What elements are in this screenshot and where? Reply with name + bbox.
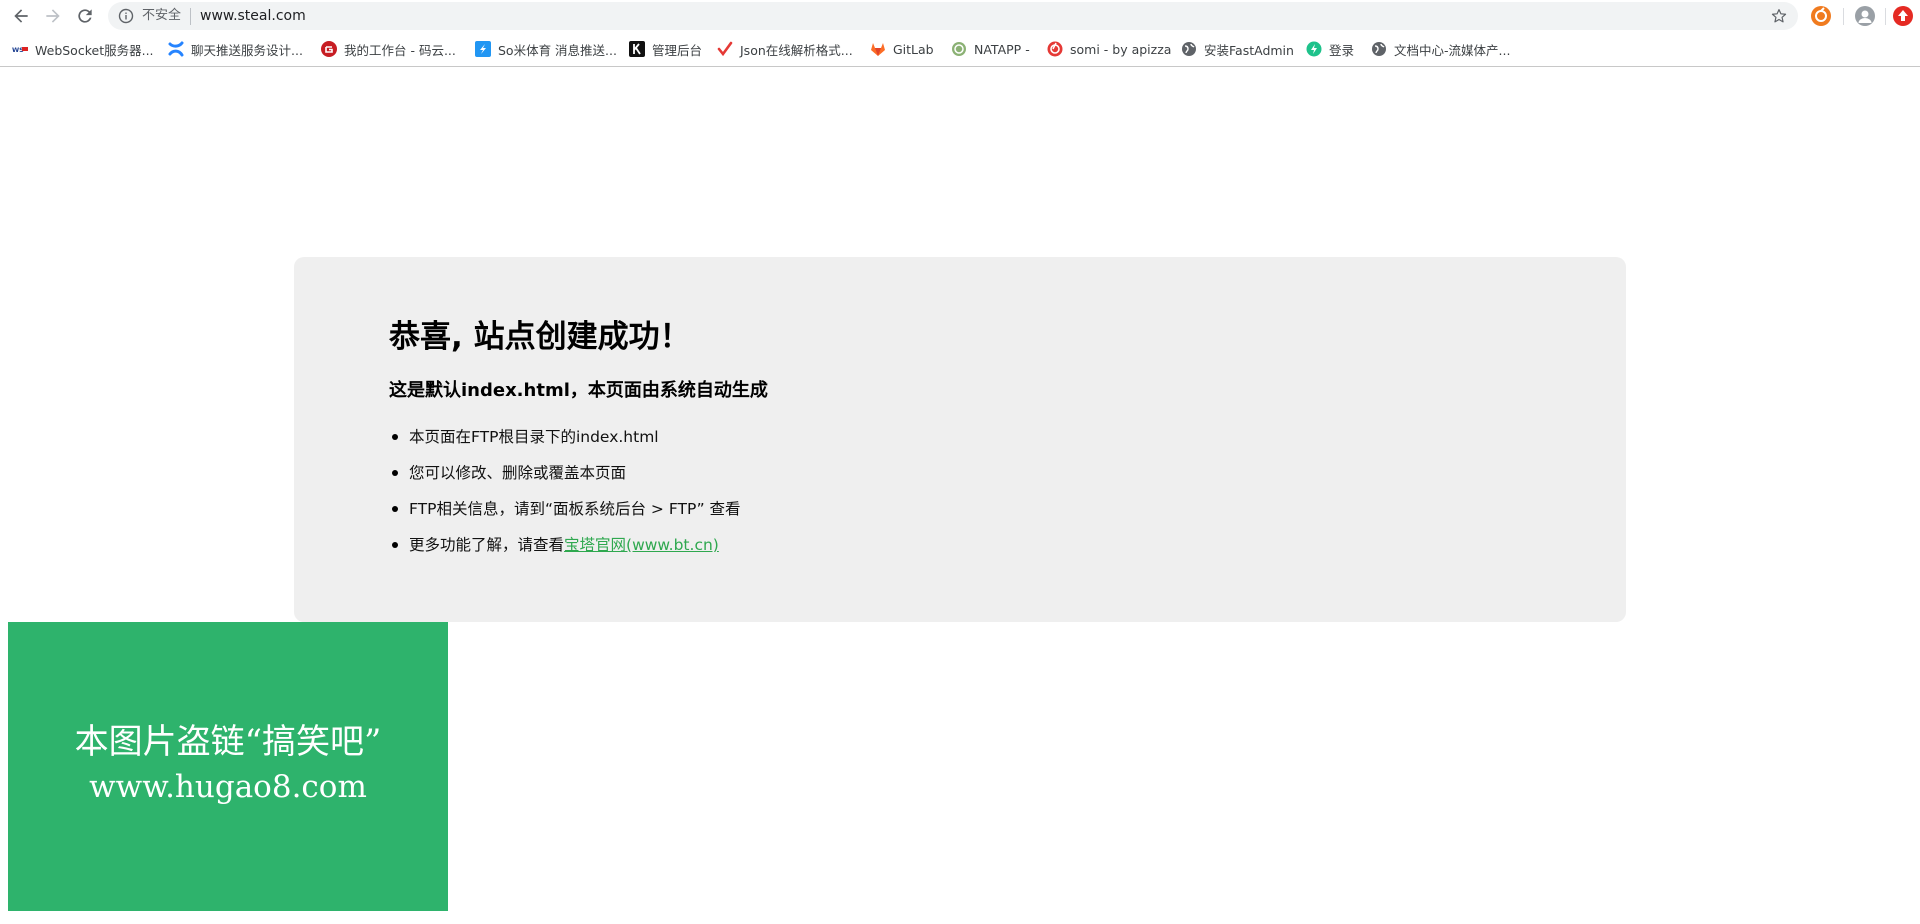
page-title: 恭喜, 站点创建成功！ bbox=[389, 319, 691, 355]
bookmark-somi-push[interactable]: So米体育 消息推送... bbox=[475, 36, 617, 62]
list-item: FTP相关信息，请到“面板系统后台 > FTP” 查看 bbox=[389, 497, 741, 533]
back-button[interactable] bbox=[9, 4, 33, 28]
omnibox-divider bbox=[190, 8, 191, 25]
bookmark-label: somi - by apizza bbox=[1070, 41, 1172, 57]
bookmark-label: Json在线解析格式... bbox=[740, 42, 853, 58]
apizza-icon bbox=[1047, 41, 1063, 57]
shield-icon bbox=[1306, 41, 1322, 57]
bookmark-login[interactable]: 登录 bbox=[1306, 36, 1354, 62]
toolbar-divider bbox=[1885, 8, 1886, 25]
bookmark-fastadmin[interactable]: 安装FastAdmin bbox=[1181, 36, 1294, 62]
bookmark-label: 我的工作台 - 码云... bbox=[344, 42, 456, 58]
arrow-right-icon bbox=[46, 9, 60, 23]
bookmark-label: So米体育 消息推送... bbox=[498, 42, 617, 58]
websocket-icon: WS bbox=[12, 41, 28, 57]
bookmark-label: NATAPP - bbox=[974, 41, 1030, 57]
bookmarks-bar: WS WebSocket服务器... 聊天推送服务设计... 我的工作台 - 码… bbox=[0, 36, 1920, 62]
address-bar[interactable]: 不安全 bbox=[108, 2, 1798, 30]
bookmark-json[interactable]: Json在线解析格式... bbox=[717, 36, 853, 62]
k-icon bbox=[629, 41, 645, 57]
browser-toolbar: 不安全 bbox=[0, 0, 1920, 32]
bookmark-label: 安装FastAdmin bbox=[1204, 42, 1294, 58]
bookmark-websocket[interactable]: WS WebSocket服务器... bbox=[12, 36, 154, 62]
security-label[interactable]: 不安全 bbox=[142, 8, 181, 24]
watermark-url: www.hugao8.com bbox=[89, 769, 367, 805]
info-icon[interactable] bbox=[118, 8, 134, 24]
arrow-up-icon bbox=[1898, 10, 1908, 21]
bookmark-label: 文档中心-流媒体产... bbox=[1394, 42, 1511, 58]
person-icon bbox=[1858, 10, 1872, 23]
profile-avatar-icon[interactable] bbox=[1855, 6, 1875, 26]
bookmark-label: 管理后台 bbox=[652, 42, 703, 58]
checkmark-icon bbox=[717, 41, 733, 57]
arrow-left-icon bbox=[14, 9, 28, 23]
bookmark-natapp[interactable]: NATAPP - bbox=[951, 36, 1030, 62]
list-item: 您可以修改、删除或覆盖本页面 bbox=[389, 461, 741, 497]
chrome-divider bbox=[0, 66, 1920, 67]
confluence-icon bbox=[168, 41, 184, 57]
reload-icon bbox=[78, 9, 92, 23]
bt-official-link[interactable]: 宝塔官网(www.bt.cn) bbox=[564, 536, 719, 554]
update-icon[interactable] bbox=[1893, 6, 1913, 26]
more-info-text: 更多功能了解，请查看 bbox=[409, 536, 565, 554]
gitee-icon bbox=[321, 41, 337, 57]
bookmark-gitlab[interactable]: GitLab bbox=[870, 36, 934, 62]
bookmark-label: 登录 bbox=[1329, 42, 1355, 58]
bookmark-chat-push[interactable]: 聊天推送服务设计... bbox=[168, 36, 303, 62]
welcome-card: 恭喜, 站点创建成功！ 这是默认index.html，本页面由系统自动生成 本页… bbox=[294, 257, 1626, 622]
reload-button[interactable] bbox=[73, 4, 97, 28]
bookmark-admin[interactable]: 管理后台 bbox=[629, 36, 702, 62]
extension-glyph-icon bbox=[1815, 7, 1827, 22]
gitlab-icon bbox=[870, 41, 886, 57]
page-subtitle: 这是默认index.html，本页面由系统自动生成 bbox=[389, 380, 768, 401]
lanhu-icon bbox=[475, 41, 491, 57]
hotlink-watermark: 本图片盗链“搞笑吧” www.hugao8.com bbox=[8, 622, 448, 911]
star-icon[interactable] bbox=[1770, 7, 1788, 25]
list-item: 本页面在FTP根目录下的index.html bbox=[389, 425, 741, 461]
watermark-text: 本图片盗链“搞笑吧” bbox=[74, 722, 382, 762]
bookmark-gitee[interactable]: 我的工作台 - 码云... bbox=[321, 36, 456, 62]
bookmark-label: GitLab bbox=[893, 41, 934, 57]
bookmark-docs[interactable]: 文档中心-流媒体产... bbox=[1371, 36, 1510, 62]
extension-icon[interactable] bbox=[1811, 6, 1831, 26]
natapp-icon bbox=[951, 41, 967, 57]
globe-icon bbox=[1181, 41, 1197, 57]
url-input[interactable] bbox=[200, 7, 1740, 25]
bookmark-label: 聊天推送服务设计... bbox=[191, 42, 303, 58]
globe-icon bbox=[1371, 41, 1387, 57]
info-list: 本页面在FTP根目录下的index.html 您可以修改、删除或覆盖本页面 FT… bbox=[389, 425, 741, 569]
bookmark-label: WebSocket服务器... bbox=[35, 42, 154, 58]
toolbar-divider bbox=[1843, 8, 1844, 25]
list-item: 更多功能了解，请查看宝塔官网(www.bt.cn) bbox=[389, 533, 741, 569]
forward-button[interactable] bbox=[41, 4, 65, 28]
bookmark-apizza[interactable]: somi - by apizza bbox=[1047, 36, 1171, 62]
